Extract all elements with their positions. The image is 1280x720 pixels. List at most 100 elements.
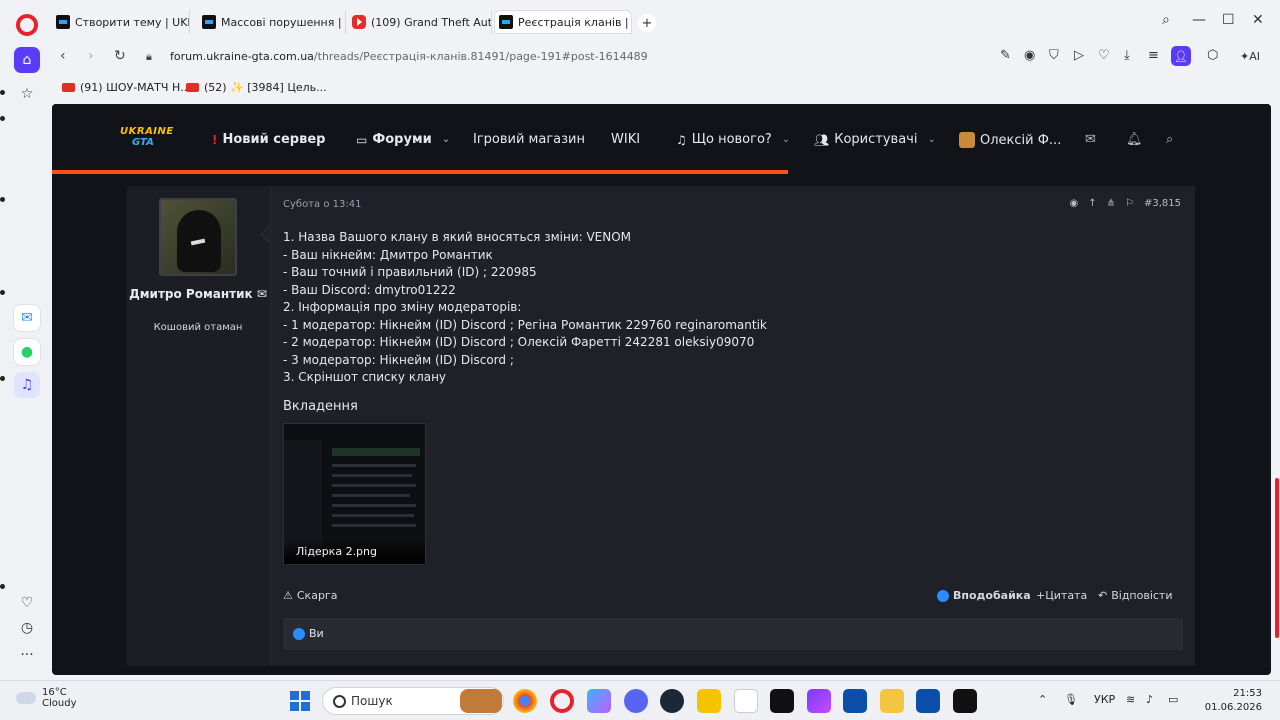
nav-wiki[interactable]: WIKI	[611, 132, 640, 147]
star-icon[interactable]: ☆	[14, 81, 40, 107]
search-highlight-icon[interactable]	[460, 689, 502, 713]
weather-widget[interactable]: 16°C Cloudy	[16, 687, 76, 709]
site-logo[interactable]: UKRAINE GTA	[120, 126, 174, 154]
play-icon[interactable]: ▷	[1074, 48, 1084, 63]
chrome-icon[interactable]	[513, 689, 537, 713]
nav-forums[interactable]: ▭ Форуми ⌄	[356, 132, 450, 147]
bookmark-icon[interactable]: ⚐	[1125, 198, 1134, 209]
new-tab-button[interactable]: +	[638, 14, 656, 32]
scrollbar-thumb[interactable]	[1275, 478, 1279, 638]
alerts-icon[interactable]: 🔔︎	[1126, 132, 1143, 147]
nav-new-server[interactable]: ! Новий сервер	[212, 132, 325, 147]
wifi-icon[interactable]: ≋	[1126, 693, 1135, 706]
like-button[interactable]: Вподобайка	[937, 589, 1031, 602]
post-number[interactable]: #3,815	[1144, 198, 1181, 209]
music-player-icon[interactable]: ♫	[14, 372, 40, 398]
forward-icon[interactable]: ›	[88, 48, 94, 64]
lock-icon[interactable]: 🔒︎	[146, 50, 152, 64]
vs-icon[interactable]	[843, 689, 867, 713]
volume-icon[interactable]: ♪	[1146, 693, 1153, 706]
arrow-up-icon[interactable]: ↑	[1088, 198, 1096, 209]
nav-users[interactable]: 👥︎ Користувачі ⌄	[814, 132, 936, 147]
weather-desc: Cloudy	[42, 698, 77, 709]
reply-icon: ↶	[1098, 589, 1108, 602]
start-button[interactable]	[290, 691, 310, 711]
check-icon[interactable]: ◉	[1070, 198, 1079, 209]
home-icon[interactable]: ⌂	[14, 47, 40, 73]
ai-button[interactable]: ✦AI	[1240, 50, 1260, 63]
opera-logo-icon[interactable]	[16, 14, 38, 36]
more-icon[interactable]: ···	[14, 642, 40, 668]
quote-button[interactable]: +Цитата	[1036, 589, 1087, 602]
folder-icon[interactable]	[880, 689, 904, 713]
url-field[interactable]: forum.ukraine-gta.com.ua/threads/Реєстра…	[170, 50, 648, 63]
users-icon: 👥︎	[814, 132, 830, 147]
menu-icon[interactable]: ≡	[1148, 48, 1159, 63]
discord-icon[interactable]	[624, 689, 648, 713]
copilot-icon[interactable]	[587, 689, 611, 713]
thumbs-up-icon	[937, 589, 949, 602]
messenger-icon[interactable]: ✉	[14, 305, 40, 331]
heart-icon[interactable]: ♡	[14, 590, 40, 616]
attachment-thumbnail[interactable]: Лідерка 2.png	[283, 423, 426, 565]
cube-icon[interactable]: ⬡	[1207, 48, 1218, 63]
history-icon[interactable]: ◷	[14, 615, 40, 641]
browser-tab[interactable]: (109) Grand Theft Auto Sa	[348, 10, 492, 34]
vs-icon[interactable]	[916, 689, 940, 713]
reload-icon[interactable]: ↻	[114, 48, 126, 64]
bookmark-item[interactable]: (91) ШОУ-МАТЧ Н...	[62, 81, 191, 94]
post-date[interactable]: Субота о 13:41	[283, 199, 361, 210]
browser-tab[interactable]: Массові порушення | UK	[198, 10, 346, 34]
battery-icon[interactable]: ▭	[1168, 693, 1178, 706]
media-icon[interactable]	[807, 689, 831, 713]
chevron-down-icon[interactable]: ⌄	[442, 134, 450, 145]
capcut-icon[interactable]	[953, 689, 977, 713]
download-icon[interactable]: ⤓	[1124, 48, 1130, 63]
close-icon[interactable]: ✕	[1252, 12, 1264, 28]
shield-icon[interactable]: ⛉	[1049, 48, 1059, 63]
capcut-icon[interactable]	[770, 689, 794, 713]
heart-icon[interactable]: ♡	[1098, 48, 1110, 63]
nav-shop[interactable]: Ігровий магазин	[473, 132, 585, 147]
browser-tab-active[interactable]: Реєстрація кланів | Сторі	[494, 10, 632, 34]
scrollbar[interactable]	[1271, 104, 1280, 675]
chevron-down-icon[interactable]: ⌄	[927, 134, 935, 145]
logo-text-top: UKRAINE	[120, 126, 174, 137]
youtube-icon	[352, 15, 366, 29]
notepad-icon[interactable]	[734, 689, 758, 713]
profile-icon[interactable]: 👤︎	[1171, 46, 1191, 66]
opera-icon[interactable]	[550, 689, 574, 713]
reactions-bar[interactable]: Ви	[283, 618, 1183, 650]
share-icon[interactable]: ⋔	[1107, 198, 1115, 209]
search-tabs-icon[interactable]: ⌕	[1162, 12, 1170, 28]
maximize-icon[interactable]: ☐	[1222, 12, 1235, 28]
report-button[interactable]: ⚠ Скарга	[283, 589, 337, 602]
app-icon[interactable]	[697, 689, 721, 713]
avatar[interactable]	[159, 198, 237, 276]
exclamation-icon: !	[212, 132, 218, 147]
bookmark-label: (52) ✨ [3984] Цель...	[204, 81, 327, 94]
steam-icon[interactable]	[660, 689, 684, 713]
whatsapp-icon[interactable]: ●	[14, 339, 40, 365]
search-icon[interactable]: ⌕	[1166, 132, 1173, 147]
chevron-up-icon[interactable]: ⌃	[1038, 693, 1047, 706]
reply-button[interactable]: ↶ Відповісти	[1098, 589, 1173, 602]
nav-account[interactable]: Олексій Ф...	[959, 132, 1061, 148]
inbox-icon[interactable]: ✉	[1085, 132, 1096, 147]
nav-whats-new[interactable]: ♫ Що нового? ⌄	[676, 132, 790, 147]
forum-post: Дмитро Романтик ✉ Кошовий отаман Субота …	[127, 186, 1195, 666]
bookmark-item[interactable]: (52) ✨ [3984] Цель...	[186, 81, 327, 94]
author-name[interactable]: Дмитро Романтик ✉	[127, 286, 269, 302]
author-title: Кошовий отаман	[153, 322, 243, 333]
browser-tab[interactable]: Створити тему | UKRAINE	[52, 10, 190, 34]
clock[interactable]: 21:53 01.06.2026	[1205, 687, 1262, 715]
back-icon[interactable]: ‹	[60, 48, 66, 64]
url-domain: forum.ukraine-gta.com.ua	[170, 50, 314, 63]
logo-text-bottom: GTA	[132, 137, 154, 148]
language-indicator[interactable]: УКР	[1094, 693, 1115, 706]
edit-icon[interactable]: ✎	[1000, 48, 1011, 63]
camera-icon[interactable]: ◉	[1024, 48, 1035, 63]
microphone-icon[interactable]: 🎙︎	[1064, 693, 1078, 706]
minimize-icon[interactable]: —	[1192, 12, 1206, 28]
chevron-down-icon[interactable]: ⌄	[782, 134, 790, 145]
